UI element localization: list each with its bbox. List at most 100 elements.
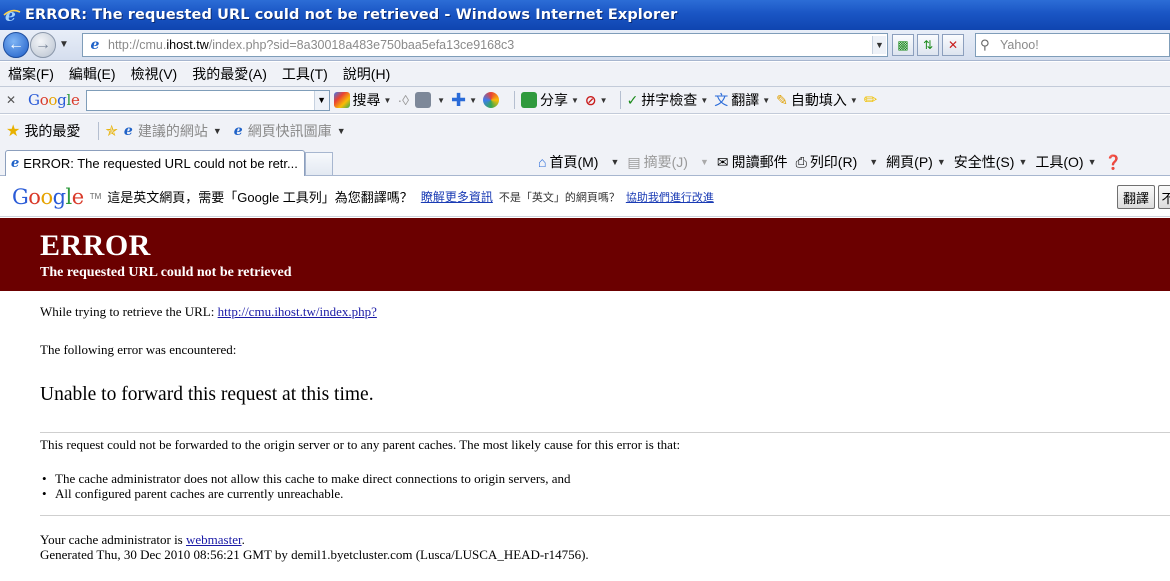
- print-button[interactable]: ⎙ 列印(R): [796, 152, 858, 172]
- trademark-mark: TM: [89, 192, 102, 201]
- ie-page-icon: e: [123, 123, 133, 139]
- separator: [98, 122, 100, 140]
- error-header: ERROR The requested URL could not be ret…: [0, 218, 1170, 291]
- highlighter-icon: ✏: [863, 92, 878, 109]
- forward-button[interactable]: →: [30, 32, 56, 58]
- tools-menu-button[interactable]: 工具(O) ▼: [1035, 152, 1096, 172]
- read-mail-button[interactable]: ✉ 閱讀郵件: [717, 152, 788, 172]
- tab-row: e ERROR: The requested URL could not be …: [0, 147, 1170, 176]
- feeds-button[interactable]: ▤ 摘要(J): [627, 152, 688, 172]
- page-icon: e: [90, 37, 100, 53]
- page-tools-icon: [415, 92, 432, 108]
- menu-tools[interactable]: 工具(T): [282, 64, 328, 84]
- help-icon: ❓: [1104, 153, 1122, 170]
- menu-help[interactable]: 說明(H): [343, 64, 390, 84]
- share-button[interactable]: 分享 ▼: [521, 90, 579, 110]
- menu-edit[interactable]: 編輯(E): [69, 64, 116, 84]
- translate-question: 這是英文網頁，需要「Google 工具列」為您翻譯嗎？: [107, 190, 413, 205]
- favorites-button[interactable]: ★ 我的最愛: [6, 121, 80, 141]
- no-translate-button[interactable]: 不: [1158, 185, 1170, 209]
- generated-footer: Generated Thu, 30 Dec 2010 08:56:21 GMT …: [40, 547, 589, 562]
- ie-page-icon: e: [11, 156, 20, 171]
- translate-page-button[interactable]: 翻譯: [1117, 185, 1155, 209]
- search-box[interactable]: ⚲ Yahoo!: [975, 33, 1170, 57]
- autofill-icon: ✎: [776, 91, 788, 108]
- url-host: ihost.tw: [166, 38, 209, 52]
- recent-pages-dropdown[interactable]: ▼: [59, 39, 69, 50]
- list-item: • The cache administrator does not allow …: [42, 471, 571, 486]
- list-item: • All configured parent caches are curren…: [42, 486, 344, 501]
- sidewiki-icon: [483, 92, 499, 108]
- close-toolbar-icon[interactable]: ✕: [6, 93, 20, 107]
- print-dropdown[interactable]: ▼: [865, 157, 878, 167]
- translate-bar: Google TM 這是英文網頁，需要「Google 工具列」為您翻譯嗎？ 瞭解更…: [0, 177, 1170, 217]
- separator: [619, 91, 621, 109]
- arrow-right-icon: →: [35, 36, 51, 53]
- google-search-dropdown[interactable]: ▼: [313, 90, 329, 110]
- navigation-bar: ← → ▼ e http://cmu.ihost.tw/index.php?si…: [0, 30, 1170, 61]
- address-dropdown-button[interactable]: ▼: [872, 36, 886, 54]
- share-icon: [521, 92, 537, 108]
- not-english-text: 不是「英文」的網頁嗎？: [498, 191, 620, 204]
- google-search-input[interactable]: ▼: [85, 89, 330, 111]
- refresh-button[interactable]: ⇅: [917, 34, 939, 56]
- popup-blocker-button[interactable]: ⊘ ▼: [585, 92, 608, 109]
- home-dropdown[interactable]: ▼: [606, 157, 619, 167]
- add-to-favorites-bar-button[interactable]: ✯: [105, 122, 120, 140]
- page-menu-button[interactable]: 網頁(P) ▼: [886, 152, 946, 172]
- autofill-button[interactable]: ✎ 自動填入 ▼: [776, 90, 858, 110]
- help-improve-link[interactable]: 協助我們進行改進: [626, 189, 714, 205]
- google-search-button[interactable]: 搜尋 ▼: [333, 90, 391, 110]
- url-suffix: /index.php?sid=8a30018a483e750baa5efa13c…: [208, 38, 515, 52]
- add-button[interactable]: ✚ ▼: [451, 90, 477, 111]
- new-tab-button[interactable]: [305, 152, 333, 175]
- sidewiki-button[interactable]: [483, 92, 502, 108]
- stop-button[interactable]: ✕: [942, 34, 964, 56]
- highlight-button[interactable]: ✏: [864, 90, 877, 110]
- tab-title: ERROR: The requested URL could not be re…: [23, 156, 298, 171]
- google-logo[interactable]: Google: [28, 91, 80, 109]
- admin-label: Your cache administrator is: [40, 532, 186, 547]
- bullet: •: [42, 486, 47, 501]
- google-toolbar: ✕ Google ▼ 搜尋 ▼ ·◊ ▼ ✚ ▼ 分享 ▼ ⊘ ▼ ✓ 拼字檢查 ▼ 文翻譯…: [0, 87, 1170, 114]
- svg-text:e: e: [5, 6, 16, 24]
- page-tools-button[interactable]: ▼: [415, 92, 445, 108]
- retrieve-label: While trying to retrieve the URL:: [40, 304, 218, 319]
- menu-favorites[interactable]: 我的最愛(A): [192, 64, 267, 84]
- safety-menu-button[interactable]: 安全性(S) ▼: [954, 152, 1028, 172]
- help-menu-button[interactable]: ❓: [1105, 154, 1122, 171]
- bullet: •: [42, 471, 47, 486]
- feeds-dropdown[interactable]: ▼: [696, 157, 709, 167]
- star-icon: ★: [6, 123, 21, 140]
- compatibility-icon: ▩: [897, 38, 909, 52]
- spellcheck-button[interactable]: ✓ 拼字檢查 ▼: [627, 90, 709, 110]
- back-button[interactable]: ←: [3, 32, 29, 58]
- menu-view[interactable]: 檢視(V): [131, 64, 178, 84]
- spellcheck-icon: ✓: [626, 91, 639, 108]
- web-slice-gallery[interactable]: e 網頁快訊圖庫 ▼: [234, 121, 346, 141]
- admin-period: .: [241, 532, 245, 547]
- window-title-bar[interactable]: e ERROR: The requested URL could not be …: [0, 0, 1170, 30]
- toolbar-dots: ·◊: [397, 92, 410, 108]
- menu-bar: 檔案(F) 編輯(E) 檢視(V) 我的最愛(A) 工具(T) 說明(H): [0, 62, 1170, 87]
- retrieve-url-link[interactable]: http://cmu.ihost.tw/index.php?: [218, 304, 377, 319]
- compatibility-view-button[interactable]: ▩: [892, 34, 914, 56]
- learn-more-link[interactable]: 瞭解更多資訊: [421, 188, 493, 205]
- mail-icon: ✉: [716, 153, 729, 170]
- plus-icon: ✚: [450, 89, 467, 110]
- menu-file[interactable]: 檔案(F): [8, 64, 54, 84]
- divider: [40, 515, 1170, 516]
- address-url[interactable]: http://cmu.ihost.tw/index.php?sid=8a3001…: [108, 38, 872, 52]
- webmaster-link[interactable]: webmaster: [186, 532, 242, 547]
- home-button[interactable]: ⌂ 首頁(M): [538, 152, 598, 172]
- separator: [514, 91, 515, 109]
- divider: [40, 432, 1170, 433]
- translate-button[interactable]: 文翻譯 ▼: [714, 90, 770, 110]
- url-prefix: http://cmu.: [108, 38, 167, 52]
- internet-explorer-icon: e: [3, 6, 21, 26]
- admin-line: Your cache administrator is webmaster.: [40, 532, 245, 548]
- command-bar: ⌂ 首頁(M) ▼ ▤ 摘要(J) ▼ ✉ 閱讀郵件 ⎙ 列印(R) ▼ 網頁(P) ▼ …: [538, 150, 1130, 174]
- suggested-sites[interactable]: e 建議的網站 ▼: [124, 121, 222, 141]
- tab-current[interactable]: e ERROR: The requested URL could not be …: [5, 150, 305, 176]
- address-bar[interactable]: e http://cmu.ihost.tw/index.php?sid=8a30…: [82, 33, 888, 57]
